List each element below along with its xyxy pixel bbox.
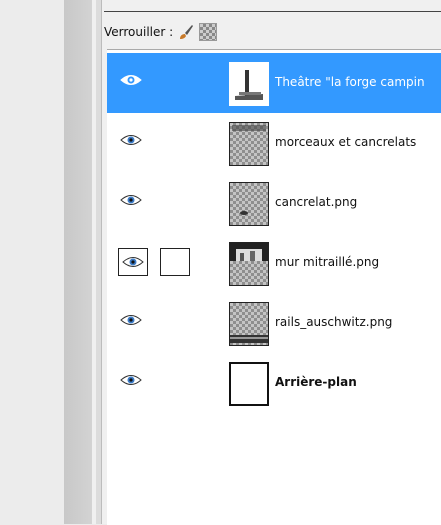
layer-row[interactable]: morceaux et cancrelats xyxy=(107,113,441,173)
eye-icon[interactable] xyxy=(120,73,142,87)
mode-dropdown-edge[interactable] xyxy=(104,0,441,12)
lock-label: Verrouiller : xyxy=(104,25,174,39)
layer-thumbnail[interactable] xyxy=(229,62,269,106)
layer-name[interactable]: morceaux et cancrelats xyxy=(275,135,416,149)
layer-thumbnail[interactable] xyxy=(229,242,269,286)
chain-box[interactable] xyxy=(160,248,190,276)
layer-thumbnail[interactable] xyxy=(229,182,269,226)
eye-icon[interactable] xyxy=(120,133,142,147)
layer-thumbnail[interactable] xyxy=(229,122,269,166)
layer-row[interactable]: cancrelat.png xyxy=(107,173,441,233)
layer-thumbnail[interactable] xyxy=(229,362,269,406)
layer-name[interactable]: Arrière-plan xyxy=(275,375,357,389)
layer-row[interactable]: rails_auschwitz.png xyxy=(107,293,441,353)
layer-link-boxes xyxy=(118,248,192,278)
layers-panel-content: Verrouiller : Theâtre "la forge campin m… xyxy=(104,0,441,525)
left-empty-area xyxy=(0,0,64,524)
layer-thumbnail[interactable] xyxy=(229,302,269,346)
visibility-box[interactable] xyxy=(118,248,148,276)
eye-icon[interactable] xyxy=(120,193,142,207)
paintbrush-icon[interactable] xyxy=(177,23,195,41)
lock-row: Verrouiller : xyxy=(104,22,218,42)
layer-name[interactable]: mur mitraillé.png xyxy=(275,255,379,269)
layer-name[interactable]: rails_auschwitz.png xyxy=(275,315,392,329)
eye-icon[interactable] xyxy=(120,313,142,327)
eye-icon[interactable] xyxy=(120,373,142,387)
layer-name[interactable]: Theâtre "la forge campin xyxy=(275,75,425,89)
panel-gutter xyxy=(64,0,92,524)
panel-separator[interactable] xyxy=(96,0,102,524)
eye-icon[interactable] xyxy=(122,255,144,272)
alpha-lock-icon[interactable] xyxy=(199,23,218,41)
layer-row[interactable]: Arrière-plan xyxy=(107,353,441,413)
layer-name[interactable]: cancrelat.png xyxy=(275,195,357,209)
layer-row[interactable]: Theâtre "la forge campin xyxy=(107,53,441,113)
layer-list: Theâtre "la forge campin morceaux et can… xyxy=(107,49,441,525)
layer-row[interactable]: mur mitraillé.png xyxy=(107,233,441,293)
